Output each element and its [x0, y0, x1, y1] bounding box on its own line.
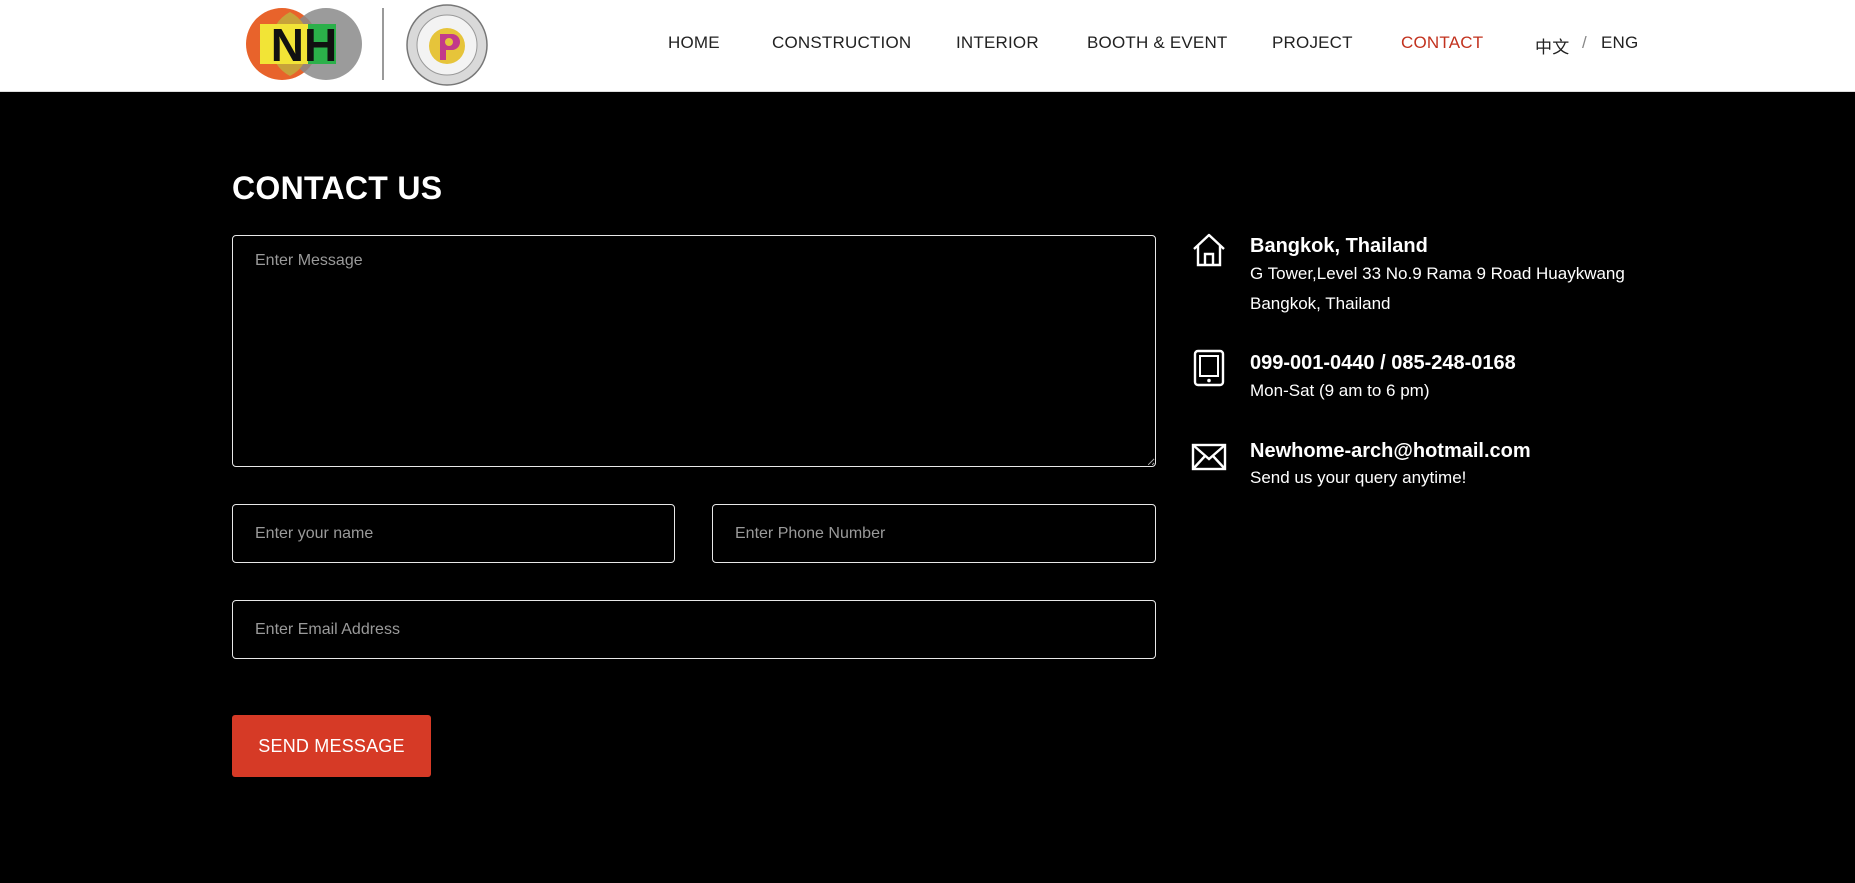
nav-item-contact[interactable]: CONTACT	[1401, 33, 1483, 53]
phone-input[interactable]	[712, 504, 1156, 563]
phone-hours: Mon-Sat (9 am to 6 pm)	[1250, 381, 1430, 400]
envelope-icon	[1191, 443, 1227, 471]
address-title: Bangkok, Thailand	[1250, 235, 1428, 257]
phone-title: 099-001-0440 / 085-248-0168	[1250, 352, 1516, 374]
address-line-1: G Tower,Level 33 No.9 Rama 9 Road Huaykw…	[1250, 264, 1625, 283]
lang-separator: /	[1582, 33, 1587, 52]
email-note: Send us your query anytime!	[1250, 468, 1467, 487]
send-message-button[interactable]: SEND MESSAGE	[232, 715, 431, 777]
lang-chinese[interactable]: 中文	[1535, 33, 1569, 58]
address-line-2: Bangkok, Thailand	[1250, 294, 1391, 313]
nav-item-home[interactable]: HOME	[668, 33, 720, 53]
nav-item-construction[interactable]: CONSTRUCTION	[772, 33, 911, 53]
email-title[interactable]: Newhome-arch@hotmail.com	[1250, 440, 1531, 463]
site-header: NH HOME CONSTRUCTION INTERIOR BOOTH & EV…	[0, 0, 1855, 92]
nav-item-booth-event[interactable]: BOOTH & EVENT	[1087, 33, 1228, 53]
name-input[interactable]	[232, 504, 675, 563]
contact-section: CONTACT US SEND MESSAGE Bangkok, Thailan…	[0, 92, 1855, 883]
main-nav: HOME CONSTRUCTION INTERIOR BOOTH & EVENT…	[0, 0, 1855, 88]
nav-item-interior[interactable]: INTERIOR	[956, 33, 1039, 53]
message-textarea[interactable]	[232, 235, 1156, 467]
home-icon	[1193, 233, 1225, 267]
tablet-icon	[1193, 349, 1225, 387]
nav-item-project[interactable]: PROJECT	[1272, 33, 1353, 53]
page-title: CONTACT US	[232, 170, 443, 206]
lang-english[interactable]: ENG	[1601, 33, 1638, 53]
email-input[interactable]	[232, 600, 1156, 659]
